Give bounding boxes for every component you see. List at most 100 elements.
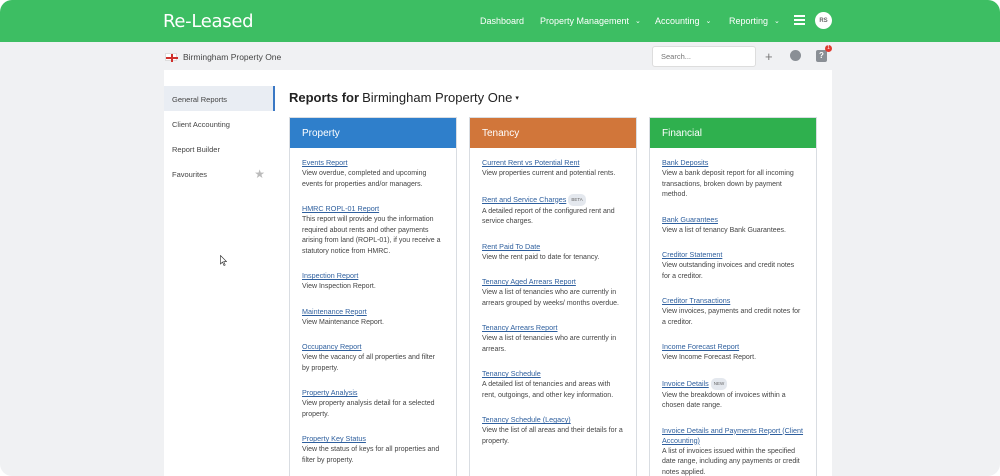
report-item: Invoice Details and Payments Report (Cli…	[662, 426, 804, 476]
report-item: Creditor Transactions View invoices, paym…	[662, 296, 804, 328]
report-link[interactable]: Property Analysis	[302, 388, 444, 398]
support-icon[interactable]	[790, 50, 801, 61]
report-link-label: Tenancy Schedule	[482, 369, 541, 378]
report-link-label: Tenancy Schedule (Legacy)	[482, 415, 571, 424]
report-item: Property Analysis View property analysis …	[302, 388, 444, 420]
sidebar-item-label: Favourites	[172, 170, 208, 179]
report-description: View outstanding invoices and credit not…	[662, 262, 795, 280]
report-item: Maintenance Report View Maintenance Repor…	[302, 307, 444, 329]
report-link[interactable]: Inspection Report	[302, 271, 444, 281]
property-context-bar: Birmingham Property One + ? 1	[0, 42, 1000, 72]
notification-badge: 1	[825, 45, 832, 52]
report-link[interactable]: Tenancy Aged Arrears Report	[482, 277, 624, 287]
report-item: Creditor Statement View outstanding invoi…	[662, 250, 804, 282]
report-description: View overdue, completed and upcoming eve…	[302, 170, 427, 188]
report-item: HMRC ROPL-01 Report This report will prov…	[302, 204, 444, 257]
sidebar-item-report-builder[interactable]: Report Builder	[164, 136, 275, 161]
report-link[interactable]: Property Key Status	[302, 434, 444, 444]
report-link-label: Events Report	[302, 158, 348, 167]
report-link[interactable]: Creditor Transactions	[662, 296, 804, 306]
report-link-label: Property Key Status	[302, 434, 366, 443]
report-link[interactable]: Tenancy Arrears Report	[482, 323, 624, 333]
report-link-label: Invoice Details	[662, 378, 709, 388]
sidebar-item-favourites[interactable]: Favourites ★	[164, 161, 275, 186]
report-link[interactable]: Rent Paid To Date	[482, 242, 624, 252]
report-link[interactable]: Invoice Details NEW	[662, 377, 804, 390]
report-item: Income Forecast Report View Income Foreca…	[662, 342, 804, 364]
report-item: Invoice Details NEW View the breakdown of …	[662, 377, 804, 412]
tenancy-reports-column: Tenancy Current Rent vs Potential Rent Vi…	[469, 117, 637, 476]
report-link-label: Rent and Service Charges	[482, 194, 567, 204]
report-link-label: Rent Paid To Date	[482, 241, 541, 251]
nav-accounting[interactable]: Accounting ⌄	[655, 16, 711, 26]
caret-down-icon[interactable]: ▾	[515, 95, 519, 102]
report-link[interactable]: Occupancy Report	[302, 342, 444, 352]
report-link[interactable]: HMRC ROPL-01 Report	[302, 204, 444, 214]
report-link-label: Tenancy Aged Arrears Report	[482, 277, 576, 286]
report-link[interactable]: Bank Deposits	[662, 158, 804, 168]
report-link-label: Tenancy Arrears Report	[482, 323, 558, 332]
star-icon: ★	[254, 167, 265, 181]
report-description: View the list of all areas and their det…	[482, 427, 623, 445]
report-link[interactable]: Events Report	[302, 158, 444, 168]
report-item: Occupancy Report View the vacancy of all …	[302, 342, 444, 374]
report-description: A detailed report of the configured rent…	[482, 207, 615, 226]
app-logo[interactable]: Re-Leased	[163, 11, 254, 32]
hamburger-menu-icon[interactable]	[794, 15, 805, 25]
report-description: View invoices, payments and credit notes…	[662, 308, 801, 326]
report-link[interactable]: Creditor Statement	[662, 250, 804, 260]
report-description: This report will provide you the informa…	[302, 216, 441, 255]
property-selector[interactable]: Birmingham Property One	[362, 90, 512, 105]
report-description: View Income Forecast Report.	[662, 354, 757, 361]
report-item: Tenancy Schedule A detailed list of tenan…	[482, 369, 624, 401]
property-report-list: Events Report View overdue, completed and…	[290, 148, 456, 466]
nav-property-management-label: Property Management	[540, 16, 630, 26]
nav-reporting-label: Reporting	[729, 16, 769, 26]
report-link[interactable]: Rent and Service Charges BETA	[482, 193, 624, 206]
report-link-label: Bank Guarantees	[662, 214, 718, 224]
user-avatar[interactable]: RS	[815, 12, 832, 29]
sidebar-item-label: Report Builder	[172, 145, 220, 154]
report-description: View the breakdown of invoices within a …	[662, 391, 786, 410]
report-tag-badge: NEW	[710, 377, 728, 390]
tenancy-column-header: Tenancy	[470, 118, 636, 148]
report-link[interactable]: Invoice Details and Payments Report (Cli…	[662, 426, 804, 446]
add-icon[interactable]: +	[765, 49, 773, 64]
help-icon[interactable]: ?	[816, 50, 827, 62]
financial-reports-column: Financial Bank Deposits View a bank depos…	[649, 117, 817, 476]
report-description: View properties current and potential re…	[482, 170, 616, 177]
report-description: View a bank deposit report for all incom…	[662, 170, 794, 198]
report-description: View the rent paid to date for tenancy.	[482, 253, 600, 261]
report-item: Bank Guarantees View a list of tenancy Ba…	[662, 215, 804, 237]
report-link-label: Creditor Statement	[662, 250, 723, 259]
report-link[interactable]: Bank Guarantees	[662, 215, 804, 225]
report-description: View a list of tenancies who are current…	[482, 335, 617, 353]
nav-dashboard[interactable]: Dashboard	[480, 16, 524, 26]
nav-reporting[interactable]: Reporting ⌄	[729, 16, 780, 26]
report-tag-badge: BETA	[568, 193, 586, 206]
page-title: Reports for Birmingham Property One ▾	[289, 90, 519, 105]
search-input[interactable]	[652, 46, 756, 67]
report-item: Tenancy Arrears Report View a list of ten…	[482, 323, 624, 355]
report-description: A list of invoices issued within the spe…	[662, 447, 800, 476]
sidebar-item-client-accounting[interactable]: Client Accounting	[164, 111, 275, 136]
tenancy-report-list: Current Rent vs Potential Rent View prope…	[470, 148, 636, 447]
report-item: Inspection Report View Inspection Report.	[302, 271, 444, 293]
report-item: Tenancy Schedule (Legacy) View the list o…	[482, 415, 624, 447]
report-link[interactable]: Tenancy Schedule	[482, 369, 624, 379]
report-link[interactable]: Tenancy Schedule (Legacy)	[482, 415, 624, 425]
report-link[interactable]: Income Forecast Report	[662, 342, 804, 352]
property-column-header: Property	[290, 118, 456, 148]
report-description: View Inspection Report.	[302, 283, 376, 290]
property-breadcrumb[interactable]: Birmingham Property One	[183, 52, 281, 62]
report-link[interactable]: Maintenance Report	[302, 307, 444, 317]
report-item: Property Key Status View the status of ke…	[302, 434, 444, 466]
report-link-label: Invoice Details and Payments Report (Cli…	[662, 425, 804, 445]
nav-property-management[interactable]: Property Management ⌄	[540, 16, 641, 26]
property-reports-column: Property Events Report View overdue, comp…	[289, 117, 457, 476]
report-description: View Maintenance Report.	[302, 318, 384, 326]
report-description: A detailed list of tenancies and areas w…	[482, 381, 614, 399]
sidebar-item-general-reports[interactable]: General Reports	[164, 86, 275, 111]
report-description: View the status of keys for all properti…	[302, 446, 440, 464]
report-link[interactable]: Current Rent vs Potential Rent	[482, 158, 624, 168]
